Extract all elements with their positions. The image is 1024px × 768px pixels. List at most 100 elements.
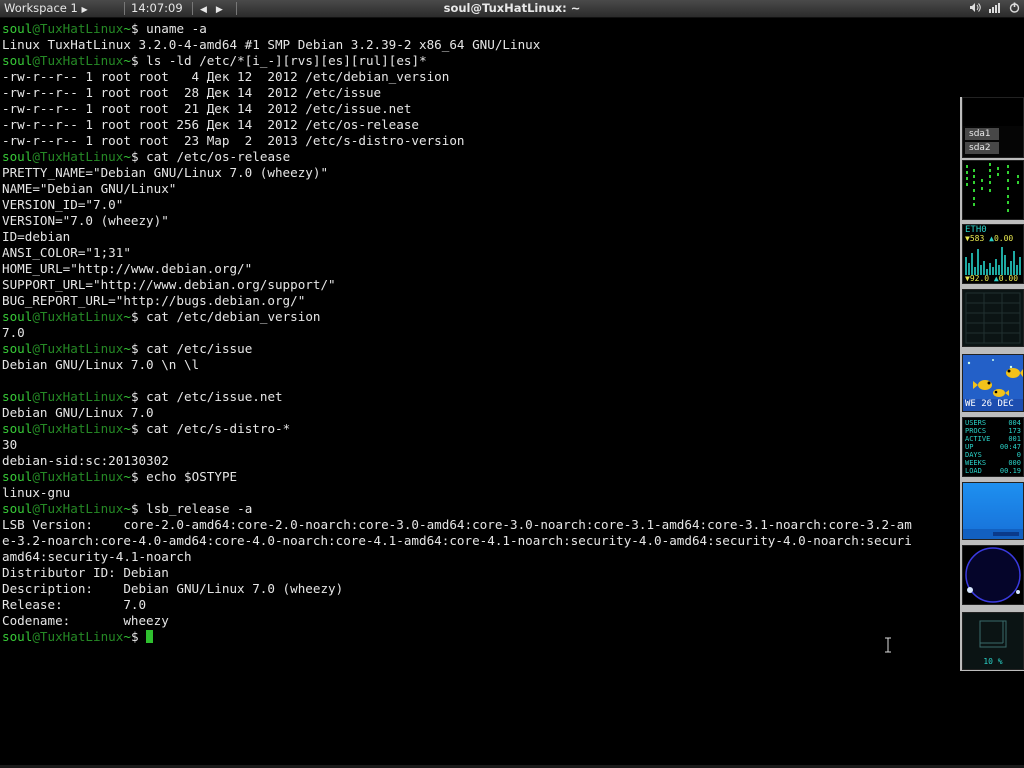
- prompt-host: @TuxHatLinux: [32, 421, 124, 436]
- prompt-line: soul@TuxHatLinux~$ uname -a: [2, 21, 960, 37]
- output-line: PRETTY_NAME="Debian GNU/Linux 7.0 (wheez…: [2, 165, 329, 180]
- output-line: Codename: wheezy: [2, 613, 169, 628]
- output-line: Debian GNU/Linux 7.0 \n \l: [2, 357, 200, 372]
- stat-key: UP: [965, 443, 974, 451]
- power-icon[interactable]: [1009, 1, 1020, 15]
- panel-clock: 14:07:09: [131, 1, 183, 15]
- prompt-line: soul@TuxHatLinux~$ cat /etc/issue: [2, 341, 960, 357]
- triangle-right-icon: ▶: [81, 5, 88, 14]
- prompt-user: soul: [2, 421, 33, 436]
- network-icon[interactable]: [989, 1, 1004, 15]
- prompt-path: ~: [123, 309, 131, 324]
- output-line: -rw-r--r-- 1 root root 256 Дек 14 2012 /…: [2, 117, 420, 132]
- prompt-line: soul@TuxHatLinux~$ echo $OSTYPE: [2, 469, 960, 485]
- prompt-user: soul: [2, 21, 33, 36]
- prompt-symbol: $: [130, 501, 139, 516]
- prompt-line: soul@TuxHatLinux~$ cat /etc/os-release: [2, 149, 960, 165]
- stat-value: 000: [1008, 459, 1021, 467]
- terminal-output[interactable]: soul@TuxHatLinux~$ uname -a Linux TuxHatL…: [2, 21, 960, 761]
- weather-dockapp: [962, 482, 1024, 540]
- terminal-cursor: [146, 630, 154, 643]
- prompt-host: @TuxHatLinux: [32, 53, 124, 68]
- volume-icon[interactable]: [969, 1, 985, 15]
- prompt-line: soul@TuxHatLinux~$ lsb_release -a: [2, 501, 960, 517]
- prompt-host: @TuxHatLinux: [32, 341, 124, 356]
- prompt-path: ~: [123, 53, 131, 68]
- stat-value: 00.19: [999, 467, 1021, 475]
- stat-value: 004: [1008, 419, 1021, 427]
- command-text: ls -ld /etc/*[i_-][rvs][es][rul][es]*: [146, 53, 427, 68]
- orb-dockapp: [962, 545, 1024, 605]
- prompt-host: @TuxHatLinux: [32, 469, 124, 484]
- output-line: -rw-r--r-- 1 root root 23 Мар 2 2013 /et…: [2, 133, 465, 148]
- output-line: VERSION="7.0 (wheezy)": [2, 213, 169, 228]
- panel-separator: [192, 2, 193, 15]
- command-text: cat /etc/s-distro-*: [146, 421, 291, 436]
- output-line: VERSION_ID="7.0": [2, 197, 124, 212]
- prompt-symbol: $: [130, 309, 139, 324]
- window-title[interactable]: soul@TuxHatLinux: ~: [444, 1, 581, 15]
- weather-graphic: [963, 529, 1023, 539]
- output-line: 30: [2, 437, 18, 452]
- prompt-path: ~: [123, 501, 131, 516]
- network-monitor-dockapp: ETH0 ▼583 ▲0.00 ▼92.0 ▲0.00: [962, 224, 1024, 284]
- prompt-symbol: $: [130, 53, 139, 68]
- net-rx-value: ▼583 ▲0.00: [965, 234, 1014, 243]
- stat-row: USERS 004: [965, 419, 1021, 427]
- output-line: NAME="Debian GNU/Linux": [2, 181, 177, 196]
- disk-label: sda1: [965, 128, 999, 140]
- workspace-switcher[interactable]: Workspace 1 ▶: [4, 1, 88, 17]
- volume-dockapp[interactable]: 10 %: [962, 612, 1024, 670]
- net-tx-value: ▼92.0 ▲0.00: [965, 274, 1019, 283]
- prompt-symbol: $: [130, 629, 139, 644]
- stat-row: PROCS 173: [965, 427, 1021, 435]
- fish-calendar-dockapp: WE 26 DEC: [962, 354, 1024, 412]
- prompt-line: soul@TuxHatLinux~$ cat /etc/debian_versi…: [2, 309, 960, 325]
- text-cursor-icon: [885, 637, 891, 653]
- disk-monitor-dockapp: sda1 sda2: [962, 97, 1024, 158]
- prompt-path: ~: [123, 389, 131, 404]
- disk-activity-area: [963, 98, 1023, 126]
- prompt-line: soul@TuxHatLinux~$ ls -ld /etc/*[i_-][rv…: [2, 53, 960, 69]
- prompt-user: soul: [2, 149, 33, 164]
- output-line: linux-gnu: [2, 485, 71, 500]
- command-text: uname -a: [146, 21, 207, 36]
- command-text: cat /etc/debian_version: [146, 309, 321, 324]
- prompt-symbol: $: [130, 21, 139, 36]
- output-line: -rw-r--r-- 1 root root 4 Дек 12 2012 /et…: [2, 69, 450, 84]
- output-line: -rw-r--r-- 1 root root 28 Дек 14 2012 /e…: [2, 85, 382, 100]
- command-text: cat /etc/os-release: [146, 149, 291, 164]
- command-text: lsb_release -a: [146, 501, 253, 516]
- output-line: Linux TuxHatLinux 3.2.0-4-amd64 #1 SMP D…: [2, 37, 541, 52]
- next-workspace-button[interactable]: ▶: [216, 5, 232, 15]
- output-line: HOME_URL="http://www.debian.org/": [2, 261, 253, 276]
- stat-row: LOAD 00.19: [965, 467, 1021, 475]
- prompt-host: @TuxHatLinux: [32, 629, 124, 644]
- prompt-path: ~: [123, 469, 131, 484]
- prompt-host: @TuxHatLinux: [32, 149, 124, 164]
- stat-key: USERS: [965, 419, 987, 427]
- prev-workspace-button[interactable]: ◀: [200, 5, 216, 15]
- prompt-user: soul: [2, 501, 33, 516]
- stat-key: ACTIVE: [965, 435, 991, 443]
- network-graph: [965, 247, 1021, 275]
- stat-key: LOAD: [965, 467, 982, 475]
- output-line: amd64:security-4.1-noarch: [2, 549, 192, 564]
- prompt-user: soul: [2, 53, 33, 68]
- prompt-host: @TuxHatLinux: [32, 309, 124, 324]
- prompt-symbol: $: [130, 389, 139, 404]
- prompt-host: @TuxHatLinux: [32, 21, 124, 36]
- panel-separator: [236, 2, 237, 15]
- stat-value: 0: [1016, 451, 1021, 459]
- output-line: debian-sid:sc:20130302: [2, 453, 169, 468]
- system-tray: [964, 1, 1020, 16]
- output-line: ANSI_COLOR="1;31": [2, 245, 131, 260]
- prompt-symbol: $: [130, 469, 139, 484]
- prompt-path: ~: [123, 21, 131, 36]
- meter-grid-graphic: [965, 292, 1021, 344]
- matrix-rain-graphic: [966, 163, 1019, 212]
- output-line: -rw-r--r-- 1 root root 21 Дек 14 2012 /e…: [2, 101, 412, 116]
- prompt-user: soul: [2, 309, 33, 324]
- prompt-host: @TuxHatLinux: [32, 389, 124, 404]
